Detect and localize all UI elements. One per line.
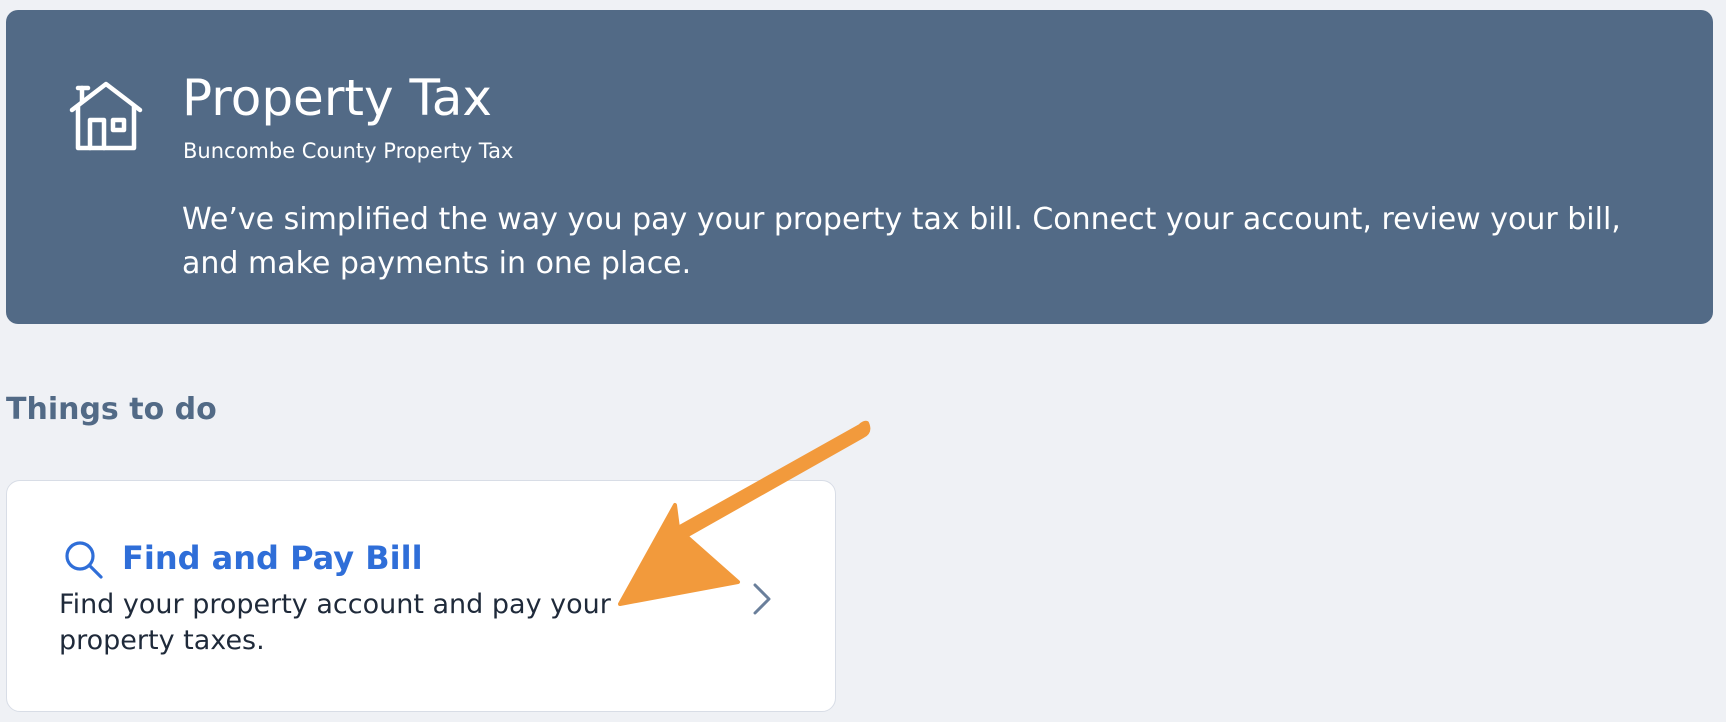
page-title: Property Tax xyxy=(182,69,492,127)
property-tax-banner: Property Tax Buncombe County Property Ta… xyxy=(6,10,1713,324)
search-icon xyxy=(65,541,103,579)
page-subtitle: Buncombe County Property Tax xyxy=(183,139,514,163)
find-and-pay-bill-title[interactable]: Find and Pay Bill xyxy=(122,536,423,580)
chevron-right-icon[interactable] xyxy=(749,581,775,617)
house-icon xyxy=(69,81,143,151)
things-to-do-heading: Things to do xyxy=(6,392,217,427)
find-and-pay-bill-description: Find your property account and pay your … xyxy=(59,589,611,656)
page-description: We’ve simplified the way you pay your pr… xyxy=(182,202,1621,281)
find-and-pay-bill-card[interactable]: Find and Pay Bill Find your property acc… xyxy=(6,480,836,712)
